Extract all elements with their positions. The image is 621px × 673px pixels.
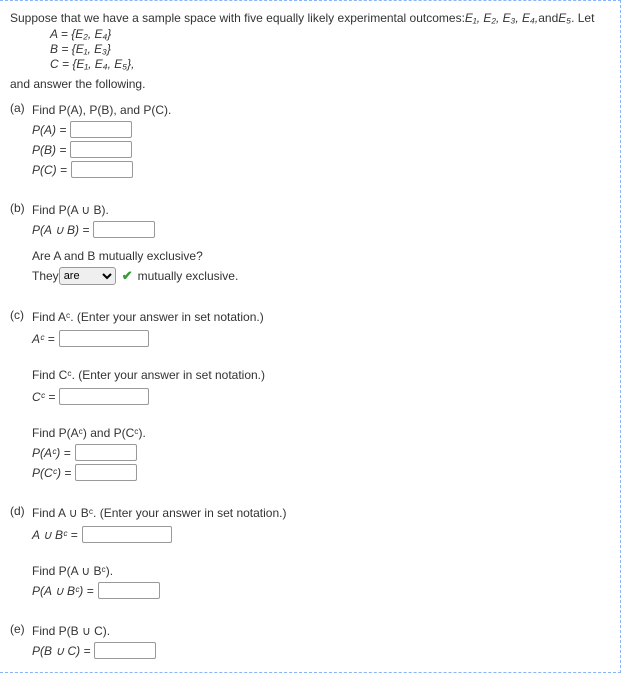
paubc-label: P(A ∪ Bᶜ) = — [32, 584, 94, 598]
part-b-label: (b) — [10, 201, 32, 215]
pbuc-label: P(B ∪ C) = — [32, 644, 90, 658]
part-d-prompt: Find A ∪ Bᶜ. (Enter your answer in set n… — [32, 506, 610, 520]
part-a-label: (a) — [10, 101, 32, 115]
paubc-input[interactable] — [98, 582, 160, 599]
mutually-exclusive-select[interactable]: are are not — [59, 267, 116, 285]
set-a-def: A = {E₂, E₄} — [50, 27, 610, 41]
part-c-prompt-paccc: Find P(Aᶜ) and P(Cᶜ). — [32, 426, 610, 440]
part-c-label: (c) — [10, 308, 32, 322]
pbuc-input[interactable] — [94, 642, 156, 659]
intro-text: Suppose that we have a sample space with… — [10, 11, 610, 25]
intro-lead: Suppose that we have a sample space with… — [10, 11, 465, 25]
pa-label: P(A) = — [32, 123, 66, 137]
part-d-label: (d) — [10, 504, 32, 518]
pcc-label: P(Cᶜ) = — [32, 466, 71, 480]
intro-last: E₅ — [558, 11, 571, 25]
cc-input[interactable] — [59, 388, 149, 405]
pc-input[interactable] — [71, 161, 133, 178]
part-c-prompt-ac: Find Aᶜ. (Enter your answer in set notat… — [32, 310, 610, 324]
mutual-tail: mutually exclusive. — [138, 269, 239, 283]
cc-label: Cᶜ = — [32, 390, 55, 404]
pac-label: P(Aᶜ) = — [32, 446, 71, 460]
answer-following: and answer the following. — [10, 77, 610, 91]
pa-input[interactable] — [70, 121, 132, 138]
part-d-prompt-p: Find P(A ∪ Bᶜ). — [32, 564, 610, 578]
part-c-prompt-cc: Find Cᶜ. (Enter your answer in set notat… — [32, 368, 610, 382]
intro-and: and — [538, 11, 558, 25]
ac-label: Aᶜ = — [32, 332, 55, 346]
intro-let: . Let — [571, 11, 594, 25]
they-text: They — [32, 269, 59, 283]
aubc-label: A ∪ Bᶜ = — [32, 528, 78, 542]
part-e-label: (e) — [10, 622, 32, 636]
pcc-input[interactable] — [75, 464, 137, 481]
paub-input[interactable] — [93, 221, 155, 238]
set-c-def: C = {E₁, E₄, E₅}, — [50, 57, 610, 71]
pac-input[interactable] — [75, 444, 137, 461]
aubc-input[interactable] — [82, 526, 172, 543]
part-b-prompt: Find P(A ∪ B). — [32, 203, 610, 217]
ac-input[interactable] — [59, 330, 149, 347]
part-a-prompt: Find P(A), P(B), and P(C). — [32, 103, 610, 117]
mutual-q: Are A and B mutually exclusive? — [32, 249, 610, 263]
check-icon: ✔ — [122, 268, 133, 284]
paub-label: P(A ∪ B) = — [32, 223, 89, 237]
pb-label: P(B) = — [32, 143, 66, 157]
pc-label: P(C) = — [32, 163, 67, 177]
intro-outcomes: E₁, E₂, E₃, E₄, — [465, 11, 538, 25]
part-e-prompt: Find P(B ∪ C). — [32, 624, 610, 638]
set-b-def: B = {E₁, E₃} — [50, 42, 610, 56]
pb-input[interactable] — [70, 141, 132, 158]
